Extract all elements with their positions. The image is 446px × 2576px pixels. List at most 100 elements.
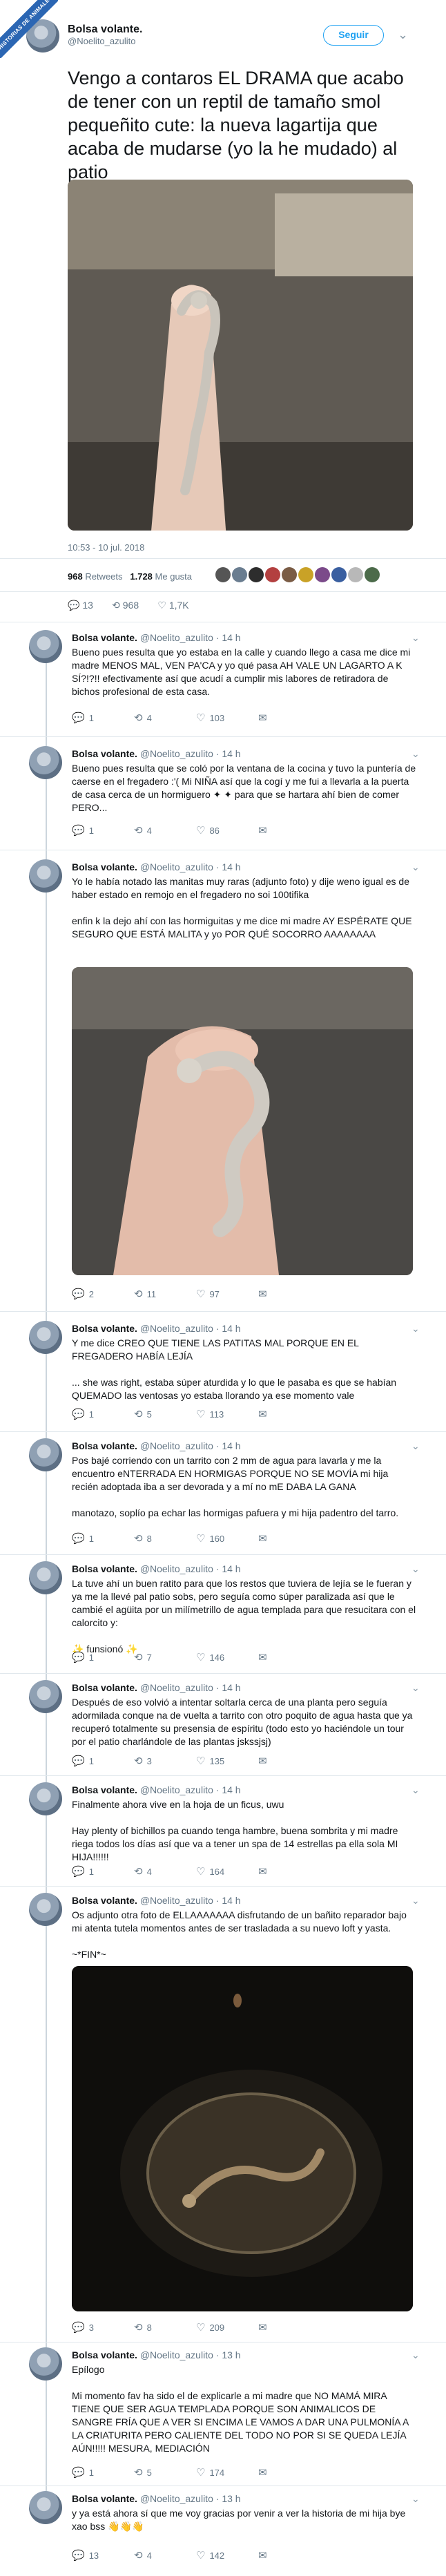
author-name[interactable]: Bolsa volante. <box>68 23 142 36</box>
like-button[interactable]: ♡ 209 <box>196 2321 258 2334</box>
dm-button[interactable]: ✉ <box>258 1755 320 1767</box>
dm-button[interactable]: ✉ <box>258 2321 320 2334</box>
like-button[interactable]: ♡ 146 <box>196 1651 258 1663</box>
avatar[interactable] <box>298 567 313 582</box>
reply-photo-lizard-in-jar[interactable] <box>72 1966 413 2311</box>
chevron-down-icon[interactable]: ⌄ <box>411 632 420 644</box>
chevron-down-icon[interactable]: ⌄ <box>411 2493 420 2505</box>
chevron-down-icon[interactable]: ⌄ <box>411 2349 420 2361</box>
avatar[interactable] <box>29 630 62 663</box>
tweet-photo-lizard-on-finger[interactable] <box>68 180 413 531</box>
avatar[interactable] <box>29 1680 62 1713</box>
retweet-button[interactable]: ⟲ 968 <box>112 600 139 611</box>
reply-button[interactable]: 💬 13 <box>68 600 93 611</box>
avatar[interactable] <box>29 1893 62 1926</box>
like-button[interactable]: ♡ 113 <box>196 1408 258 1420</box>
avatar[interactable] <box>215 567 231 582</box>
retweet-button[interactable]: ⟲ 4 <box>134 1865 196 1878</box>
like-button[interactable]: ♡ 86 <box>196 824 258 837</box>
like-button[interactable]: ♡ 164 <box>196 1865 258 1878</box>
dm-button[interactable]: ✉ <box>258 2549 320 2561</box>
reply-header: Bolsa volante. @Noelito_azulito · 14 h <box>72 1563 241 1574</box>
avatar[interactable] <box>365 567 380 582</box>
reply-button[interactable]: 💬 1 <box>72 1408 134 1420</box>
chevron-down-icon[interactable]: ⌄ <box>411 1682 420 1694</box>
retweet-button[interactable]: ⟲ 8 <box>134 2321 196 2334</box>
avatar[interactable] <box>29 1438 62 1471</box>
avatar[interactable] <box>282 567 297 582</box>
like-button[interactable]: ♡ 174 <box>196 2466 258 2479</box>
chevron-down-icon[interactable]: ⌄ <box>411 1440 420 1452</box>
tweet-timestamp[interactable]: 10:53 - 10 jul. 2018 <box>68 542 144 553</box>
retweet-count[interactable]: 968 <box>68 571 83 582</box>
retweet-button[interactable]: ⟲ 4 <box>134 824 196 837</box>
chevron-down-icon[interactable]: ⌄ <box>411 1784 420 1796</box>
reply-button[interactable]: 💬 1 <box>72 1755 134 1767</box>
reply-actions: 💬 1 ⟲ 3 ♡ 135 ✉ <box>72 1755 320 1767</box>
reply-button[interactable]: 💬 1 <box>72 712 134 724</box>
dm-button[interactable]: ✉ <box>258 712 320 724</box>
reply-time[interactable]: 14 h <box>222 632 240 643</box>
retweet-button[interactable]: ⟲ 4 <box>134 2549 196 2561</box>
reply-button[interactable]: 💬 1 <box>72 1532 134 1545</box>
dm-button[interactable]: ✉ <box>258 1532 320 1545</box>
chevron-down-icon[interactable]: ⌄ <box>411 1895 420 1907</box>
retweet-button[interactable]: ⟲ 8 <box>134 1532 196 1545</box>
reply-text: Yo le había notado las manitas muy raras… <box>72 876 412 939</box>
like-button[interactable]: ♡ 142 <box>196 2549 258 2561</box>
reply-button[interactable]: 💬 1 <box>72 2466 134 2479</box>
avatar[interactable] <box>232 567 247 582</box>
avatar[interactable] <box>249 567 264 582</box>
reply-button[interactable]: 💬 13 <box>72 2549 134 2561</box>
retweet-button[interactable]: ⟲ 7 <box>134 1651 196 1663</box>
like-button[interactable]: ♡ 97 <box>196 1288 258 1300</box>
reply-actions: 💬 1 ⟲ 7 ♡ 146 ✉ <box>72 1651 320 1663</box>
reply-button[interactable]: 💬 2 <box>72 1288 134 1300</box>
chevron-down-icon[interactable]: ⌄ <box>411 861 420 873</box>
author-block[interactable]: Bolsa volante. @Noelito_azulito <box>68 23 142 46</box>
avatar[interactable] <box>265 567 280 582</box>
dm-button[interactable]: ✉ <box>258 1408 320 1420</box>
follow-button[interactable]: Seguir <box>323 25 384 46</box>
reply-author-name[interactable]: Bolsa volante. <box>72 632 137 643</box>
retweet-label[interactable]: Retweets <box>85 571 122 582</box>
retweet-button[interactable]: ⟲ 5 <box>134 2466 196 2479</box>
author-handle[interactable]: @Noelito_azulito <box>68 36 142 46</box>
likers-avatars[interactable] <box>215 567 381 586</box>
like-button[interactable]: ♡ 160 <box>196 1532 258 1545</box>
dm-button[interactable]: ✉ <box>258 1288 320 1300</box>
avatar[interactable] <box>29 2347 62 2381</box>
avatar[interactable] <box>29 1782 62 1815</box>
chevron-down-icon[interactable]: ⌄ <box>398 28 408 42</box>
like-label[interactable]: Me gusta <box>155 571 192 582</box>
like-button[interactable]: ♡ 135 <box>196 1755 258 1767</box>
retweet-button[interactable]: ⟲ 3 <box>134 1755 196 1767</box>
retweet-button[interactable]: ⟲ 4 <box>134 712 196 724</box>
avatar[interactable] <box>348 567 363 582</box>
dm-button[interactable]: ✉ <box>258 824 320 837</box>
chevron-down-icon[interactable]: ⌄ <box>411 748 420 760</box>
like-count[interactable]: 1.728 <box>130 571 153 582</box>
avatar[interactable] <box>29 1561 62 1594</box>
avatar[interactable] <box>29 2491 62 2524</box>
dm-button[interactable]: ✉ <box>258 2466 320 2479</box>
chevron-down-icon[interactable]: ⌄ <box>411 1563 420 1575</box>
retweet-button[interactable]: ⟲ 5 <box>134 1408 196 1420</box>
reply-button[interactable]: 💬 1 <box>72 1651 134 1663</box>
chevron-down-icon[interactable]: ⌄ <box>411 1323 420 1335</box>
reply-author-handle[interactable]: @Noelito_azulito <box>140 632 213 643</box>
avatar[interactable] <box>315 567 330 582</box>
like-button[interactable]: ♡ 103 <box>196 712 258 724</box>
like-button[interactable]: ♡ 1,7K <box>157 600 188 611</box>
dm-button[interactable]: ✉ <box>258 1651 320 1663</box>
avatar[interactable] <box>29 859 62 893</box>
avatar[interactable] <box>29 746 62 779</box>
avatar[interactable] <box>29 1321 62 1354</box>
reply-button[interactable]: 💬 1 <box>72 1865 134 1878</box>
dm-button[interactable]: ✉ <box>258 1865 320 1878</box>
reply-button[interactable]: 💬 1 <box>72 824 134 837</box>
retweet-button[interactable]: ⟲ 11 <box>134 1288 196 1300</box>
avatar[interactable] <box>331 567 347 582</box>
reply-button[interactable]: 💬 3 <box>72 2321 134 2334</box>
reply-photo-lizard-hand[interactable] <box>72 967 413 1275</box>
